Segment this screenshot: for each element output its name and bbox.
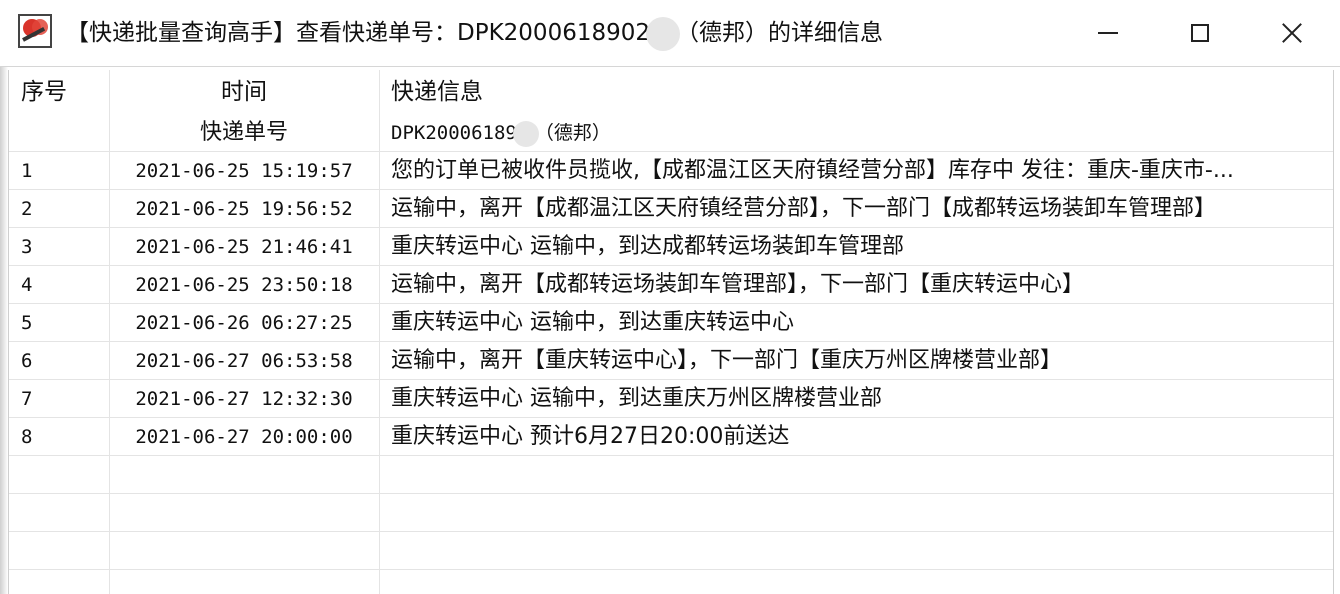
column-header-time[interactable]: 时间 bbox=[109, 70, 379, 114]
tracking-detail-window: 【快递批量查询高手】查看快递单号：DPK2000618902 （德邦）的详细信息 … bbox=[0, 0, 1340, 594]
window-title-suffix: （德邦）的详细信息 bbox=[676, 20, 883, 46]
row-time: 2021-06-25 23:50:18 bbox=[135, 274, 353, 296]
table-row[interactable]: 4 2021-06-25 23:50:18 运输中，离开【成都转运场装卸车管理部… bbox=[9, 266, 1333, 304]
close-icon bbox=[1281, 22, 1303, 44]
window-title: 【快递批量查询高手】查看快递单号：DPK2000618902 （德邦）的详细信息 bbox=[66, 16, 883, 51]
row-time: 2021-06-27 20:00:00 bbox=[135, 426, 353, 448]
row-index: 8 bbox=[21, 426, 33, 448]
column-header-index[interactable]: 序号 bbox=[9, 70, 109, 114]
tracking-number-carrier: （德邦） bbox=[534, 122, 611, 144]
empty-row bbox=[9, 494, 1333, 532]
maximize-button[interactable] bbox=[1154, 0, 1246, 66]
row-index: 4 bbox=[21, 274, 33, 296]
tracking-number-prefix: DPK20006189 bbox=[391, 122, 517, 144]
maximize-icon bbox=[1191, 24, 1209, 42]
column-header-info[interactable]: 快递信息 bbox=[379, 70, 1329, 114]
table-row[interactable]: 8 2021-06-27 20:00:00 重庆转运中心 预计6月27日20:0… bbox=[9, 418, 1333, 456]
table-row[interactable]: 6 2021-06-27 06:53:58 运输中，离开【重庆转运中心】，下一部… bbox=[9, 342, 1333, 380]
row-time: 2021-06-26 06:27:25 bbox=[135, 312, 353, 334]
window-title-prefix: 【快递批量查询高手】查看快递单号：DPK2000618902 bbox=[66, 20, 650, 46]
redaction-blur bbox=[646, 16, 680, 51]
window-shadow bbox=[0, 0, 8, 594]
row-info: 运输中，离开【重庆转运中心】，下一部门【重庆万州区牌楼营业部】 bbox=[391, 348, 1063, 373]
close-button[interactable] bbox=[1246, 0, 1338, 66]
row-info: 您的订单已被收件员揽收,【成都温江区天府镇经营分部】库存中 发往：重庆-重庆市-… bbox=[391, 158, 1234, 183]
row-info: 运输中，离开【成都温江区天府镇经营分部】，下一部门【成都转运场装卸车管理部】 bbox=[391, 196, 1217, 221]
table-header-row: 序号 时间 快递信息 bbox=[9, 70, 1333, 114]
empty-row bbox=[9, 532, 1333, 570]
row-time: 2021-06-27 12:32:30 bbox=[135, 388, 353, 410]
table-row[interactable]: 1 2021-06-25 15:19:57 您的订单已被收件员揽收,【成都温江区… bbox=[9, 152, 1333, 190]
row-index: 6 bbox=[21, 350, 33, 372]
tracking-number-value: DPK20006189 （德邦） bbox=[379, 114, 1329, 152]
table-row[interactable]: 2 2021-06-25 19:56:52 运输中，离开【成都温江区天府镇经营分… bbox=[9, 190, 1333, 228]
row-time: 2021-06-25 21:46:41 bbox=[135, 236, 353, 258]
minimize-button[interactable] bbox=[1062, 0, 1154, 66]
row-index: 7 bbox=[21, 388, 33, 410]
row-index: 2 bbox=[21, 198, 33, 220]
table-row[interactable]: 7 2021-06-27 12:32:30 重庆转运中心 运输中，到达重庆万州区… bbox=[9, 380, 1333, 418]
row-info: 重庆转运中心 预计6月27日20:00前送达 bbox=[391, 424, 790, 449]
title-bar[interactable]: 【快递批量查询高手】查看快递单号：DPK2000618902 （德邦）的详细信息 bbox=[0, 0, 1340, 67]
tracking-number-label: 快递单号 bbox=[199, 120, 288, 145]
minimize-icon bbox=[1098, 32, 1118, 34]
row-info: 重庆转运中心 运输中，到达成都转运场装卸车管理部 bbox=[391, 234, 904, 259]
row-index: 1 bbox=[21, 160, 33, 182]
table-row[interactable]: 3 2021-06-25 21:46:41 重庆转运中心 运输中，到达成都转运场… bbox=[9, 228, 1333, 266]
row-index: 5 bbox=[21, 312, 33, 334]
row-info: 重庆转运中心 运输中，到达重庆转运中心 bbox=[391, 310, 794, 335]
table-row[interactable]: 5 2021-06-26 06:27:25 重庆转运中心 运输中，到达重庆转运中… bbox=[9, 304, 1333, 342]
row-info: 重庆转运中心 运输中，到达重庆万州区牌楼营业部 bbox=[391, 386, 882, 411]
row-index: 3 bbox=[21, 236, 33, 258]
tracking-table: 序号 时间 快递信息 快递单号 DPK20006189 （德邦） 1 2021-0… bbox=[8, 70, 1334, 594]
tracking-number-index bbox=[9, 114, 109, 152]
empty-row bbox=[9, 570, 1333, 594]
row-time: 2021-06-25 19:56:52 bbox=[135, 198, 353, 220]
row-time: 2021-06-25 15:19:57 bbox=[135, 160, 353, 182]
tracking-number-row: 快递单号 DPK20006189 （德邦） bbox=[9, 114, 1333, 152]
row-time: 2021-06-27 06:53:58 bbox=[135, 350, 353, 372]
empty-row bbox=[9, 456, 1333, 494]
app-icon bbox=[18, 14, 52, 48]
row-info: 运输中，离开【成都转运场装卸车管理部】，下一部门【重庆转运中心】 bbox=[391, 272, 1085, 297]
